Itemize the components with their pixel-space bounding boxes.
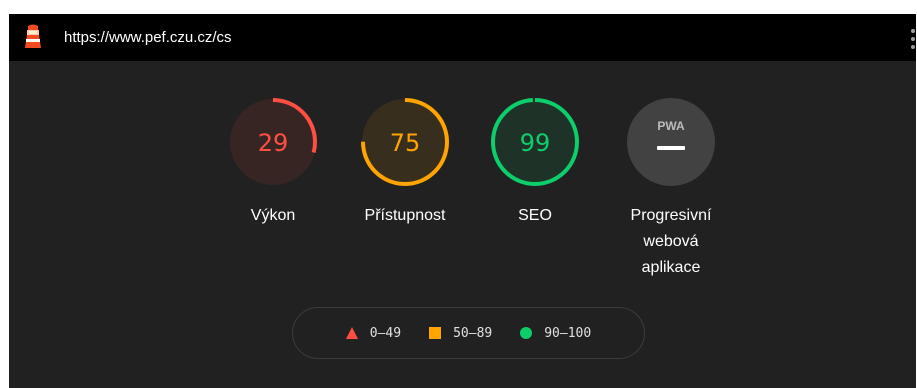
performance-score: 29	[258, 129, 289, 157]
seo-label: SEO	[518, 207, 552, 224]
accessibility-score: 75	[390, 129, 421, 157]
page-url[interactable]: https://www.pef.czu.cz/cs	[64, 29, 232, 46]
score-legend: 0–49 50–89 90–100	[292, 307, 645, 359]
gauge-seo[interactable]: 99 SEO	[485, 96, 585, 229]
pwa-gauge-badge: PWA	[627, 98, 715, 186]
pwa-label: Progresivní webová aplikace	[630, 207, 712, 276]
accessibility-gauge-ring: 75	[361, 98, 449, 186]
legend-fail: 0–49	[345, 325, 402, 341]
seo-score: 99	[520, 129, 551, 157]
accessibility-label: Přístupnost	[364, 207, 446, 224]
legend-pass-range: 90–100	[544, 325, 592, 341]
legend-average-range: 50–89	[453, 325, 493, 341]
lighthouse-report: https://www.pef.czu.cz/cs 29 Výkon 75 Př…	[9, 14, 916, 388]
performance-gauge-ring: 29	[229, 98, 317, 186]
more-vertical-icon[interactable]	[910, 27, 916, 51]
square-icon	[429, 327, 442, 339]
pwa-badge-icon: PWA	[657, 119, 685, 133]
lighthouse-icon	[25, 24, 41, 48]
report-topbar: https://www.pef.czu.cz/cs	[9, 14, 916, 61]
triangle-icon	[345, 327, 358, 339]
gauge-pwa[interactable]: PWA Progresivní webová aplikace	[616, 96, 726, 281]
performance-label: Výkon	[250, 207, 296, 224]
seo-gauge-ring: 99	[491, 98, 579, 186]
gauge-accessibility[interactable]: 75 Přístupnost	[355, 96, 455, 229]
legend-average: 50–89	[429, 326, 492, 341]
legend-fail-range: 0–49	[369, 325, 402, 341]
legend-pass: 90–100	[520, 326, 591, 341]
gauge-performance[interactable]: 29 Výkon	[223, 96, 323, 229]
pwa-dash-icon	[657, 146, 685, 150]
circle-icon	[520, 327, 533, 339]
